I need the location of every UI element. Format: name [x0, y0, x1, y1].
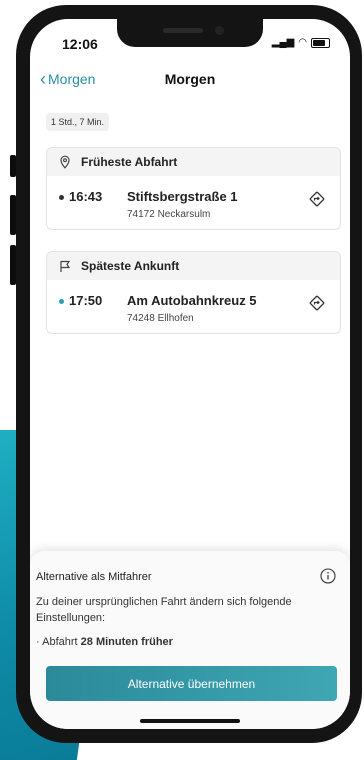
- departure-time: 16:43: [59, 189, 102, 204]
- back-label: Morgen: [48, 71, 96, 87]
- status-icons: ▂▄▆ ◠: [272, 38, 330, 48]
- departure-row[interactable]: 16:43 Stiftsbergstraße 1 74172 Neckarsul…: [47, 176, 340, 229]
- departure-header: Früheste Abfahrt: [47, 148, 340, 176]
- arrival-time: 17:50: [59, 293, 102, 308]
- sheet-description: Zu deiner ursprünglichen Fahrt ändern si…: [36, 596, 292, 624]
- accept-alternative-button[interactable]: Alternative übernehmen: [46, 666, 337, 701]
- sheet-title: Alternative als Mitfahrer: [36, 571, 152, 583]
- sheet-bullet: · Abfahrt 28 Minuten früher: [36, 636, 173, 648]
- departure-city: 74172 Neckarsulm: [127, 209, 211, 220]
- chevron-left-icon: ‹: [40, 69, 46, 89]
- arrival-time-value: 17:50: [69, 293, 103, 308]
- directions-icon[interactable]: [308, 294, 326, 312]
- status-time: 12:06: [62, 36, 98, 52]
- departure-header-label: Früheste Abfahrt: [81, 155, 178, 169]
- arrival-header: Späteste Ankunft: [47, 252, 340, 280]
- arrival-card: Späteste Ankunft 17:50 Am Autobahnkreuz …: [46, 251, 341, 334]
- arrival-row[interactable]: 17:50 Am Autobahnkreuz 5 74248 Ellhofen: [47, 280, 340, 333]
- info-icon[interactable]: [320, 568, 336, 584]
- wifi-icon: ◠: [298, 37, 307, 48]
- notch: [117, 19, 263, 47]
- arrival-dot: [59, 299, 64, 305]
- nav-bar: Morgen ‹ Morgen: [30, 69, 350, 93]
- arrival-header-label: Späteste Ankunft: [81, 259, 180, 273]
- back-button[interactable]: ‹ Morgen: [40, 69, 96, 89]
- duration-badge: 1 Std., 7 Min.: [46, 113, 110, 131]
- side-button: [10, 155, 16, 177]
- bullet-mark: ·: [36, 636, 40, 648]
- side-button: [10, 195, 16, 235]
- side-button: [10, 245, 16, 285]
- directions-icon[interactable]: [308, 190, 326, 208]
- arrival-street: Am Autobahnkreuz 5: [127, 293, 257, 308]
- location-pin-icon: [60, 155, 70, 169]
- bullet-value: 28 Minuten früher: [80, 636, 173, 648]
- screen: 12:06 ▂▄▆ ◠ Morgen ‹ Morgen 1 Std., 7 Mi…: [30, 19, 350, 729]
- battery-icon: [311, 38, 330, 48]
- departure-street: Stiftsbergstraße 1: [127, 189, 238, 204]
- departure-time-value: 16:43: [69, 189, 103, 204]
- signal-icon: ▂▄▆: [271, 37, 295, 48]
- phone-frame: 12:06 ▂▄▆ ◠ Morgen ‹ Morgen 1 Std., 7 Mi…: [10, 5, 362, 743]
- flag-icon: [60, 260, 71, 272]
- alternative-sheet: Alternative als Mitfahrer Zu deiner ursp…: [30, 551, 350, 729]
- speaker: [163, 28, 203, 33]
- camera: [215, 26, 224, 35]
- bullet-prefix: Abfahrt: [42, 636, 78, 648]
- departure-card: Früheste Abfahrt 16:43 Stiftsbergstraße …: [46, 147, 341, 230]
- departure-dot: [59, 195, 64, 201]
- home-indicator: [140, 719, 240, 723]
- arrival-city: 74248 Ellhofen: [127, 313, 194, 324]
